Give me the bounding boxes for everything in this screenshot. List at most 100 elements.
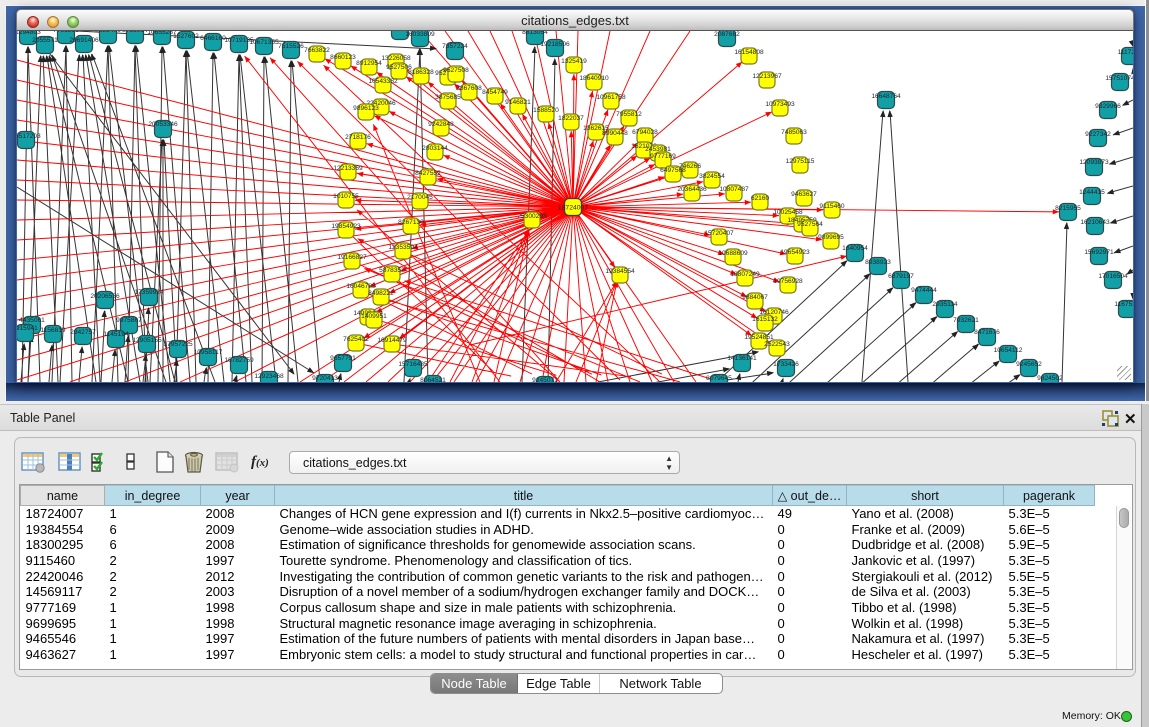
svg-text:1588520: 1588520 [533, 107, 559, 114]
svg-text:19524851: 19524851 [744, 334, 774, 341]
svg-text:10958117: 10958117 [194, 349, 223, 356]
svg-text:17957225: 17957225 [163, 341, 193, 348]
svg-text:19654923: 19654923 [780, 249, 810, 256]
svg-text:16033809: 16033809 [405, 31, 435, 38]
svg-text:17016504: 17016504 [1098, 273, 1128, 280]
svg-text:15751074: 15751074 [1105, 75, 1133, 82]
svg-text:9975867: 9975867 [116, 317, 142, 324]
svg-text:10671355: 10671355 [249, 39, 279, 46]
svg-text:14136141: 14136141 [727, 355, 757, 362]
svg-text:10973493: 10973493 [765, 101, 795, 108]
svg-text:15692971: 15692971 [1084, 249, 1114, 256]
svg-text:8813054: 8813054 [522, 31, 548, 36]
svg-text:16648764: 16648764 [871, 93, 901, 100]
svg-text:20691406: 20691406 [69, 37, 99, 44]
svg-text:12905155: 12905155 [132, 337, 162, 344]
svg-text:10807487: 10807487 [719, 186, 749, 193]
svg-text:16782759: 16782759 [224, 357, 254, 364]
svg-text:8267130: 8267130 [398, 219, 424, 226]
svg-text:18724007: 18724007 [558, 205, 588, 212]
svg-text:8498222: 8498222 [368, 290, 394, 297]
svg-text:10543382: 10543382 [368, 78, 398, 85]
svg-text:2055571: 2055571 [32, 37, 58, 44]
svg-text:2935114: 2935114 [932, 301, 958, 308]
svg-text:18640910: 18640910 [579, 75, 609, 82]
svg-text:6794028: 6794028 [632, 129, 658, 136]
svg-text:7955812: 7955812 [616, 111, 642, 118]
svg-text:1010755: 1010755 [333, 193, 359, 200]
svg-text:9329966: 9329966 [1095, 103, 1121, 110]
svg-text:4435061: 4435061 [19, 317, 45, 324]
svg-text:8660123: 8660123 [330, 54, 356, 61]
svg-text:9285406: 9285406 [95, 31, 121, 34]
svg-text:1733426: 1733426 [773, 361, 799, 368]
svg-text:9245071: 9245071 [532, 377, 558, 382]
svg-text:8454749: 8454749 [482, 89, 508, 96]
svg-text:2522543: 2522543 [764, 341, 790, 348]
svg-text:20206536: 20206536 [90, 293, 120, 300]
svg-text:8912954: 8912954 [356, 60, 382, 67]
svg-text:1640954: 1640954 [842, 245, 868, 252]
svg-text:10654112: 10654112 [994, 347, 1023, 354]
svg-text:2170045: 2170045 [407, 194, 433, 201]
svg-text:19854923: 19854923 [331, 223, 361, 230]
svg-text:6497568: 6497568 [660, 167, 686, 174]
svg-text:10688609: 10688609 [718, 250, 748, 257]
svg-text:9777169: 9777169 [650, 153, 676, 160]
svg-text:9245652: 9245652 [1016, 361, 1042, 368]
svg-text:2867608: 2867608 [456, 85, 482, 92]
svg-text:25300293: 25300293 [517, 213, 547, 220]
svg-text:20364436: 20364436 [677, 186, 707, 193]
svg-text:10961758: 10961758 [596, 94, 626, 101]
svg-text:2803144: 2803144 [422, 145, 448, 152]
svg-text:6466160: 6466160 [200, 35, 226, 42]
svg-text:8733914: 8733914 [122, 31, 148, 34]
svg-text:8990448: 8990448 [602, 130, 628, 137]
svg-text:7781296: 7781296 [53, 31, 79, 34]
svg-text:19756928: 19756928 [773, 278, 803, 285]
svg-text:9242848: 9242848 [428, 121, 454, 128]
svg-text:8471676: 8471676 [974, 329, 1000, 336]
svg-text:12353594: 12353594 [388, 244, 418, 251]
svg-text:18807249: 18807249 [730, 271, 760, 278]
svg-text:17359924: 17359924 [134, 289, 164, 296]
svg-text:62160: 62160 [751, 195, 770, 202]
svg-text:1294803: 1294803 [17, 31, 41, 36]
svg-text:16517203: 16517203 [17, 133, 41, 140]
svg-text:8079645: 8079645 [706, 375, 732, 382]
svg-text:2942757: 2942757 [70, 329, 96, 336]
svg-text:3915941: 3915941 [17, 325, 38, 332]
svg-text:12093873: 12093873 [1079, 159, 1109, 166]
svg-text:7625402: 7625402 [343, 336, 369, 343]
svg-text:7663822: 7663822 [304, 47, 330, 54]
svg-text:19218506: 19218506 [540, 41, 570, 48]
svg-text:8938923: 8938923 [865, 259, 891, 266]
svg-text:5878352: 5878352 [379, 267, 405, 274]
svg-text:1822037: 1822037 [558, 115, 584, 122]
svg-text:3875685: 3875685 [435, 94, 461, 101]
svg-text:8215955: 8215955 [1055, 205, 1081, 212]
svg-text:7485063: 7485063 [781, 129, 807, 136]
svg-text:16210643: 16210643 [1080, 219, 1110, 226]
svg-text:9115460: 9115460 [819, 203, 845, 210]
svg-text:19384554: 19384554 [605, 268, 635, 275]
svg-text:3824554: 3824554 [699, 173, 725, 180]
svg-text:9527564: 9527564 [797, 221, 823, 228]
svg-text:1117205: 1117205 [1118, 49, 1133, 56]
svg-text:9227342: 9227342 [1085, 131, 1111, 138]
svg-text:1145194: 1145194 [103, 331, 129, 338]
svg-text:1615132: 1615132 [752, 316, 778, 323]
svg-text:7357224: 7357224 [442, 43, 468, 50]
svg-text:9146821: 9146821 [505, 99, 531, 106]
svg-text:1325419: 1325419 [561, 58, 587, 65]
svg-text:9896123: 9896123 [353, 105, 379, 112]
svg-text:16046788: 16046788 [346, 283, 376, 290]
svg-text:9527508: 9527508 [443, 67, 469, 74]
svg-text:8186328: 8186328 [408, 69, 434, 76]
svg-text:6879197: 6879197 [888, 273, 914, 280]
svg-text:1156819: 1156819 [40, 327, 66, 334]
svg-text:16914479: 16914479 [377, 337, 407, 344]
svg-text:12213967: 12213967 [752, 73, 782, 80]
svg-text:8427552: 8427552 [415, 170, 441, 177]
svg-text:9474444: 9474444 [911, 287, 937, 294]
